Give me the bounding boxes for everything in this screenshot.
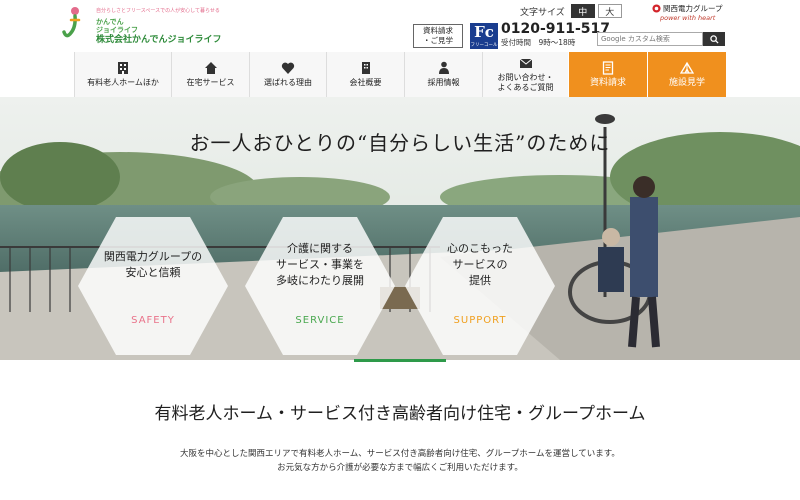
search-input[interactable] bbox=[597, 32, 703, 46]
nav-label: 在宅サービス bbox=[186, 78, 235, 87]
document-request-small-button[interactable]: 資料請求 ・ご見学 bbox=[413, 24, 463, 48]
nav-item-document-request[interactable]: 資料請求 bbox=[568, 52, 647, 97]
building-icon bbox=[118, 62, 128, 74]
logo-brand: かんでん ジョイライフ bbox=[96, 18, 138, 34]
nav-label: 有料老人ホームほか bbox=[87, 78, 159, 87]
kepco-slogan: power with heart bbox=[660, 14, 716, 22]
freecall-number: 0120-911-517 bbox=[501, 21, 611, 37]
company-logo[interactable]: 自分らしさとフリースペースでの人が安心して暮らせる かんでん ジョイライフ 株式… bbox=[62, 6, 222, 48]
hex-safety-text: 関西電力グループの 安心と信頼 bbox=[103, 250, 203, 279]
hex-support-label: SUPPORT bbox=[453, 315, 507, 326]
nav-label: お問い合わせ・ よくあるご質問 bbox=[497, 73, 554, 92]
hex-service-label: SERVICE bbox=[295, 315, 345, 326]
hex-support: 心のこもった サービスの 提供 SUPPORT bbox=[405, 217, 555, 355]
freecall-badge-icon: Fc フリーコール bbox=[470, 23, 498, 49]
kepco-group-logo[interactable]: 関西電力グループ power with heart bbox=[652, 4, 732, 24]
nav-label: 採用情報 bbox=[427, 78, 460, 87]
logo-mark-icon bbox=[62, 7, 81, 38]
hex-support-text: 心のこもった サービスの 提供 bbox=[447, 242, 513, 287]
search-box bbox=[597, 32, 725, 46]
nav-item-home-services[interactable]: 在宅サービス bbox=[171, 52, 249, 97]
mail-icon bbox=[519, 58, 532, 68]
heart-icon bbox=[281, 62, 295, 74]
intro-text: 大阪を中心とした関西エリアで有料老人ホーム、サービス付き高齢者向け住宅、グループ… bbox=[180, 449, 620, 473]
freecall-contact[interactable]: Fc フリーコール 0120-911-517 受付時間 9時～18時 bbox=[470, 21, 610, 49]
nav-label: 施設見学 bbox=[668, 78, 705, 88]
nav-item-company[interactable]: 会社概要 bbox=[326, 52, 404, 97]
nav-item-contact-faq[interactable]: お問い合わせ・ よくあるご質問 bbox=[482, 52, 568, 97]
freecall-badge-text: Fc bbox=[474, 23, 494, 41]
search-button[interactable] bbox=[703, 32, 725, 46]
nav-item-nursing-homes[interactable]: 有料老人ホームほか bbox=[74, 52, 171, 97]
tent-icon bbox=[680, 61, 694, 74]
hex-service-text: 介護に関する サービス・事業を 多岐にわたり展開 bbox=[276, 242, 364, 287]
hex-safety: 関西電力グループの 安心と信頼 SAFETY bbox=[78, 217, 228, 355]
nav-item-reasons[interactable]: 選ばれる理由 bbox=[249, 52, 326, 97]
kepco-group-name: 関西電力グループ bbox=[663, 4, 723, 13]
site-header: 自分らしさとフリースペースでの人が安心して暮らせる かんでん ジョイライフ 株式… bbox=[0, 0, 800, 52]
hex-service: 介護に関する サービス・事業を 多岐にわたり展開 SERVICE bbox=[245, 217, 395, 355]
hexagon-shape bbox=[78, 217, 228, 355]
nav-label: 資料請求 bbox=[589, 78, 626, 88]
hero-headline: お一人おひとりの“自分らしい生活”のために bbox=[189, 131, 611, 155]
company-name: 株式会社かんでんジョイライフ bbox=[96, 35, 222, 45]
font-size-medium-button[interactable]: 中 bbox=[570, 4, 595, 18]
nav-label: 会社概要 bbox=[349, 78, 382, 87]
font-size-switcher: 文字サイズ 中 大 bbox=[520, 4, 622, 18]
hex-safety-label: SAFETY bbox=[131, 315, 175, 326]
freecall-badge-sub: フリーコール bbox=[470, 43, 498, 48]
logo-tagline: 自分らしさとフリースペースでの人が安心して暮らせる bbox=[96, 8, 220, 14]
nav-item-facility-tour[interactable]: 施設見学 bbox=[647, 52, 726, 97]
hero-banner: お一人おひとりの“自分らしい生活”のために 関西電力グループの 安心と信頼 SA… bbox=[0, 97, 800, 360]
person-icon bbox=[438, 61, 449, 74]
font-size-large-button[interactable]: 大 bbox=[597, 4, 622, 18]
font-size-label: 文字サイズ bbox=[520, 7, 565, 18]
search-icon bbox=[709, 34, 719, 44]
office-icon bbox=[361, 62, 370, 74]
kepco-mark-icon bbox=[652, 4, 661, 13]
nav-item-recruit[interactable]: 採用情報 bbox=[404, 52, 482, 97]
document-icon bbox=[602, 61, 614, 75]
home-icon bbox=[204, 62, 217, 74]
intro-title: 有料老人ホーム・サービス付き高齢者向け住宅・グループホーム bbox=[154, 404, 646, 424]
slide-indicator[interactable] bbox=[354, 359, 446, 362]
freecall-hours: 受付時間 9時～18時 bbox=[501, 38, 576, 47]
global-nav: 有料老人ホームほか 在宅サービス 選ばれる理由 会社概要 採用情報 お問い合わせ… bbox=[74, 52, 726, 97]
nav-label: 選ばれる理由 bbox=[264, 78, 312, 87]
